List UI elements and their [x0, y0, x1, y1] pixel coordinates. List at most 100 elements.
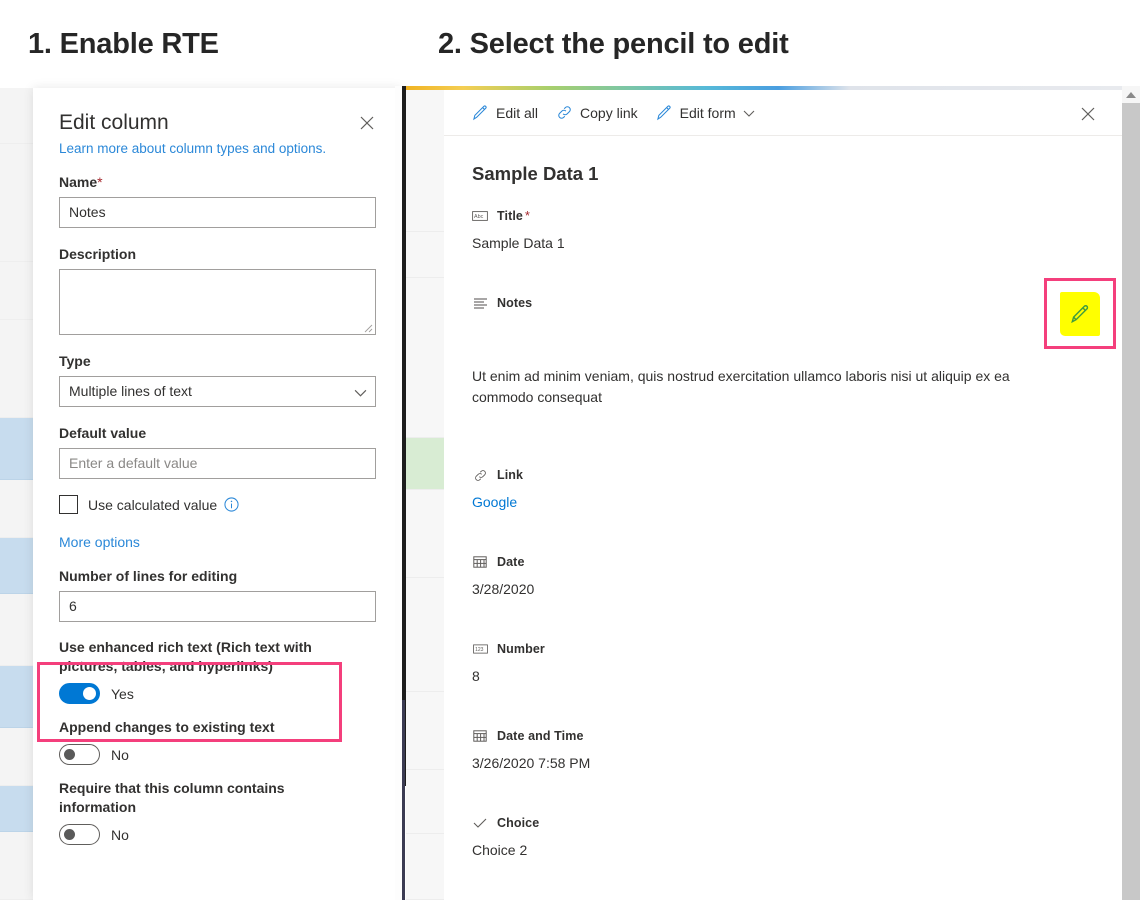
use-calculated-value-checkbox[interactable]: [59, 495, 78, 514]
rte-toggle[interactable]: [59, 683, 100, 704]
pane-left-border: [402, 86, 406, 786]
multiline-text-icon: [472, 295, 488, 311]
list-row[interactable]: [0, 594, 33, 666]
field-value: 3/28/2020: [472, 581, 535, 597]
list-row[interactable]: [406, 834, 444, 900]
use-calculated-value-row[interactable]: Use calculated value: [59, 495, 376, 514]
field-date-and-time: Date and Time 3/26/2020 7:58 PM: [472, 728, 1094, 774]
edit-form-button[interactable]: Edit form: [656, 104, 755, 121]
description-textarea[interactable]: [59, 269, 376, 335]
type-select[interactable]: Multiple lines of text: [59, 376, 376, 407]
list-row[interactable]: [406, 770, 444, 834]
chevron-up-icon: [1126, 91, 1136, 98]
rte-toggle-row[interactable]: Yes: [59, 683, 376, 704]
learn-more-link[interactable]: Learn more about column types and option…: [59, 141, 376, 156]
use-calculated-value-label: Use calculated value: [88, 496, 218, 513]
rte-toggle-label: Use enhanced rich text (Rich text with p…: [59, 639, 312, 674]
scrollbar-up-button[interactable]: [1122, 86, 1140, 103]
name-input[interactable]: Notes: [59, 197, 376, 228]
list-row[interactable]: [0, 728, 33, 786]
list-row[interactable]: [406, 232, 444, 278]
field-value: Choice 2: [472, 842, 528, 858]
field-name: Choice: [497, 816, 540, 830]
list-row[interactable]: [0, 480, 33, 538]
record-title: Sample Data 1: [472, 163, 599, 184]
require-toggle-group: Require that this column contains inform…: [59, 779, 376, 845]
list-row-selected[interactable]: [0, 418, 33, 480]
list-row-selected[interactable]: [0, 538, 33, 594]
field-name: Notes: [497, 296, 533, 310]
field-header: Date: [472, 554, 1094, 570]
rainbow-accent-bar: [406, 86, 1122, 90]
list-row-selected[interactable]: [0, 786, 33, 832]
info-icon[interactable]: [224, 497, 239, 512]
require-toggle[interactable]: [59, 824, 100, 845]
list-row[interactable]: [406, 278, 444, 438]
field-link: Link Google: [472, 467, 1094, 513]
detail-toolbar: Edit all Copy link Edit form: [444, 90, 1122, 136]
description-field-label: Description: [59, 246, 137, 262]
rte-toggle-state: Yes: [111, 685, 134, 702]
list-row[interactable]: [0, 88, 33, 144]
close-icon[interactable]: [354, 110, 380, 136]
require-toggle-row[interactable]: No: [59, 824, 376, 845]
append-toggle[interactable]: [59, 744, 100, 765]
type-field-label: Type: [59, 353, 91, 369]
resize-grip-icon[interactable]: [363, 323, 373, 333]
list-row[interactable]: [0, 320, 33, 418]
list-row[interactable]: [0, 832, 33, 900]
lines-input[interactable]: 6: [59, 591, 376, 622]
field-name: Date and Time: [497, 729, 584, 743]
list-row[interactable]: [406, 490, 444, 578]
list-row[interactable]: [406, 692, 444, 770]
svg-text:123: 123: [475, 647, 484, 653]
chevron-down-icon[interactable]: [743, 107, 755, 119]
field-name: Date: [497, 555, 525, 569]
field-name: Number: [497, 642, 545, 656]
close-icon[interactable]: [1076, 102, 1100, 126]
list-row[interactable]: [406, 578, 444, 692]
append-toggle-row[interactable]: No: [59, 744, 376, 765]
calendar-icon: [472, 728, 488, 744]
field-name: Title: [497, 209, 523, 223]
field-header: Notes: [472, 295, 1094, 311]
list-row-highlighted[interactable]: [406, 438, 444, 490]
edit-all-button[interactable]: Edit all: [472, 104, 538, 121]
more-options-link[interactable]: More options: [59, 534, 376, 550]
field-number: 123 Number 8: [472, 641, 1094, 687]
step-1-heading: 1. Enable RTE: [28, 28, 219, 60]
panel-title: Edit column: [59, 111, 169, 134]
text-abc-icon: Abc: [472, 208, 488, 224]
pencil-callout-box: [1044, 278, 1116, 349]
field-date: Date 3/28/2020: [472, 554, 1094, 600]
svg-text:Abc: Abc: [474, 214, 484, 220]
list-row[interactable]: [406, 90, 444, 232]
required-marker: *: [524, 209, 530, 223]
lines-field-label: Number of lines for editing: [59, 568, 238, 584]
field-value-link[interactable]: Google: [472, 492, 1094, 513]
field-title: Abc Title * Sample Data 1: [472, 208, 1094, 254]
rte-toggle-group: Use enhanced rich text (Rich text with p…: [59, 638, 376, 704]
default-value-input[interactable]: Enter a default value: [59, 448, 376, 479]
list-row[interactable]: [0, 262, 33, 320]
calendar-icon: [472, 554, 488, 570]
list-row-selected[interactable]: [0, 666, 33, 728]
pencil-icon: [656, 105, 671, 121]
field-header: 123 Number: [472, 641, 1094, 657]
copy-link-button[interactable]: Copy link: [556, 104, 638, 121]
field-choice: Choice Choice 2: [472, 815, 1094, 861]
edit-column-panel: Edit column Learn more about column type…: [33, 88, 402, 900]
field-value: Ut enim ad minim veniam, quis nostrud ex…: [472, 368, 1010, 405]
pane-left-border-lower: [402, 700, 405, 900]
chevron-down-icon: [354, 389, 367, 397]
edit-form-label: Edit form: [679, 104, 736, 121]
append-toggle-label: Append changes to existing text: [59, 719, 275, 735]
field-header: Date and Time: [472, 728, 1094, 744]
default-value-field-label: Default value: [59, 425, 147, 441]
detail-pane-scrollbar[interactable]: [1122, 86, 1140, 900]
require-toggle-state: No: [111, 826, 129, 843]
edit-notes-pencil-button[interactable]: [1060, 291, 1100, 336]
number-123-icon: 123: [472, 641, 488, 657]
required-marker: *: [97, 174, 103, 190]
list-row[interactable]: [0, 144, 33, 262]
